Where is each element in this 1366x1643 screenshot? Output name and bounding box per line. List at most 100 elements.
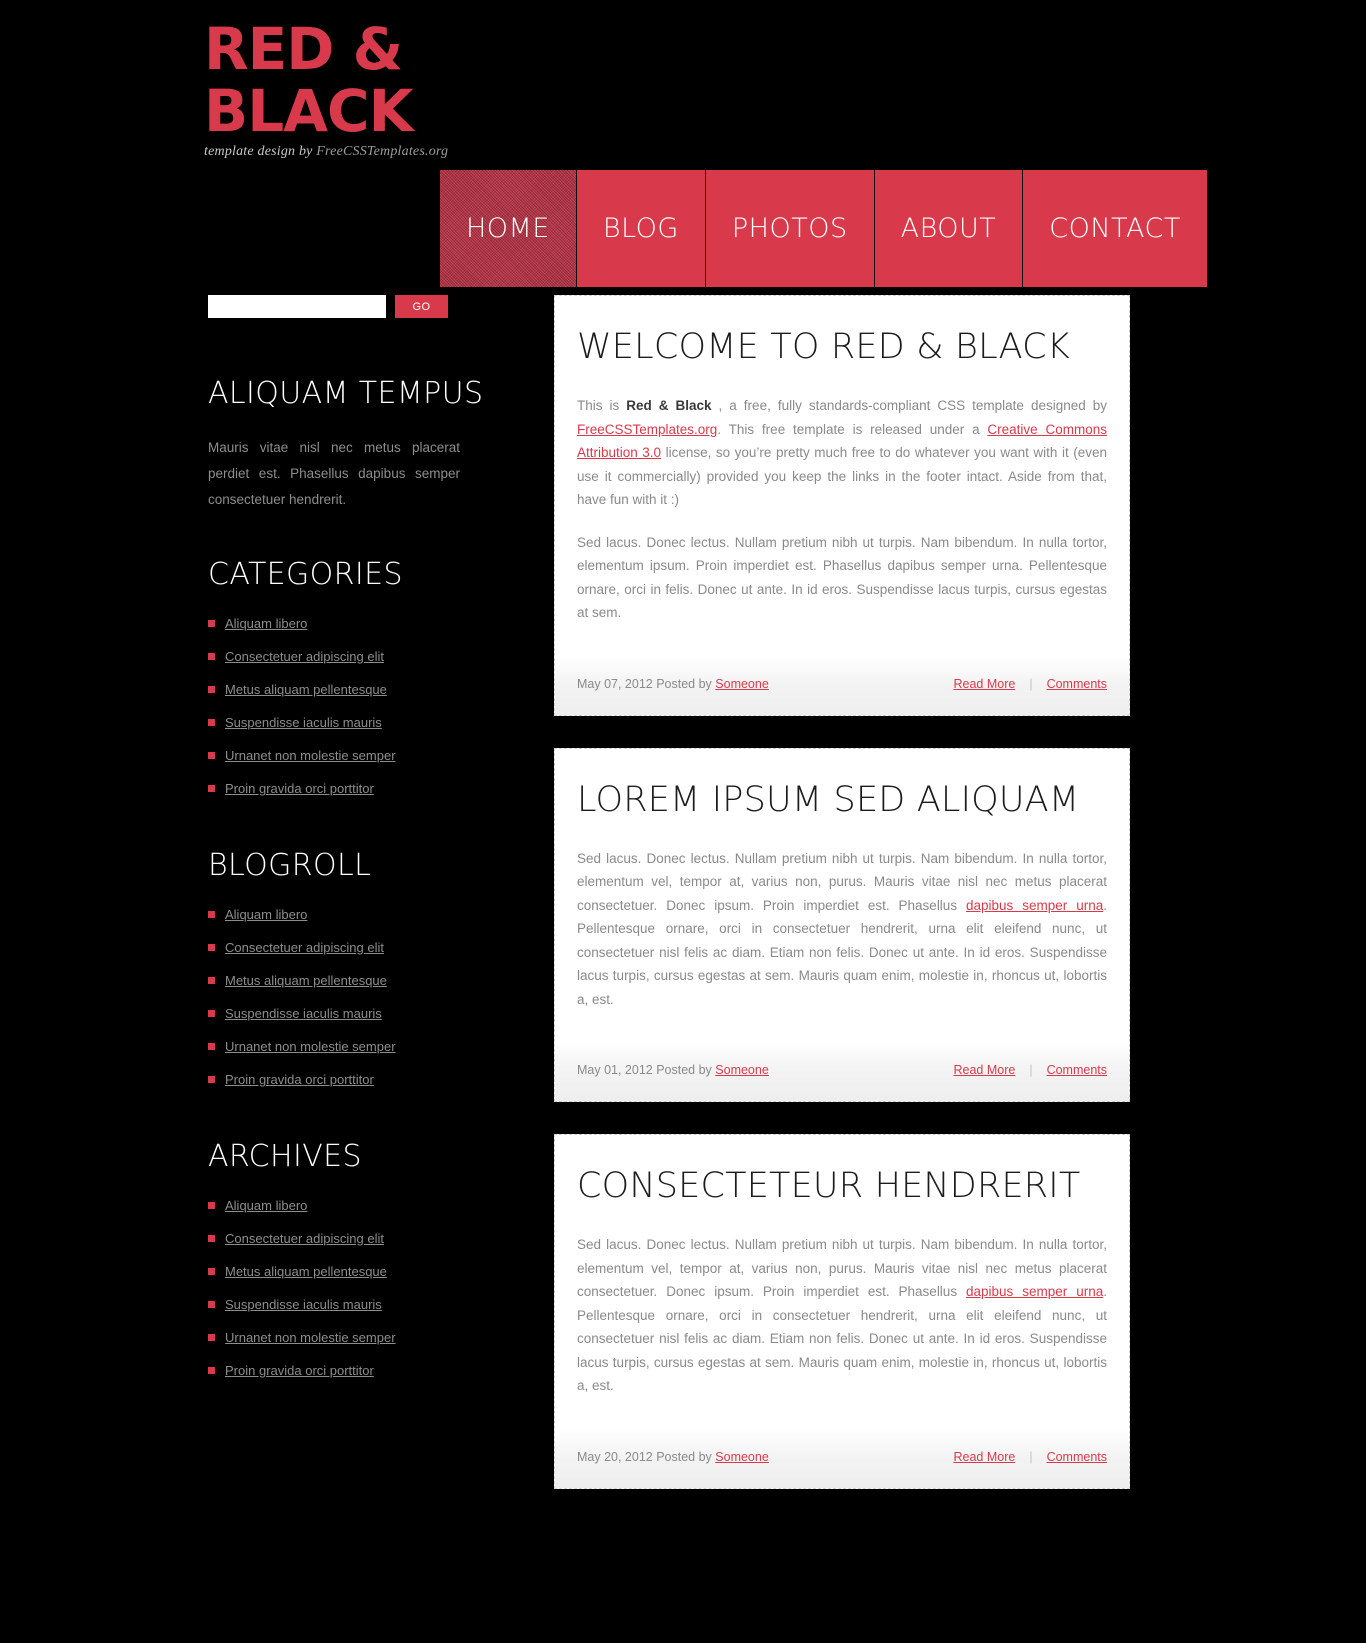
list-item[interactable]: Consectetuer adipiscing elit xyxy=(208,940,478,955)
post-date: May 07, 2012 Posted by xyxy=(577,676,716,691)
post-body: This is Red & Black , a free, fully stan… xyxy=(577,394,1107,625)
categories-list: Aliquam libero Consectetuer adipiscing e… xyxy=(208,616,478,796)
freecsstemplates-link[interactable]: FreeCSSTemplates.org xyxy=(577,422,717,437)
site-header: RED & BLACK template design by FreeCSSTe… xyxy=(0,0,1366,295)
list-item[interactable]: Consectetuer adipiscing elit xyxy=(208,1231,478,1246)
blogroll-link[interactable]: Consectetuer adipiscing elit xyxy=(225,940,384,955)
nav-item-contact[interactable]: CONTACT xyxy=(1023,170,1207,287)
search-go-button[interactable]: GO xyxy=(395,295,448,318)
comments-link[interactable]: Comments xyxy=(1047,1063,1107,1077)
list-item[interactable]: Proin gravida orci porttitor xyxy=(208,1072,478,1087)
list-item[interactable]: Urnanet non molestie semper xyxy=(208,748,478,763)
author-link[interactable]: Someone xyxy=(715,677,769,691)
archive-link[interactable]: Consectetuer adipiscing elit xyxy=(225,1231,384,1246)
nav-item-about[interactable]: ABOUT xyxy=(874,170,1024,287)
list-item[interactable]: Aliquam libero xyxy=(208,907,478,922)
search-input[interactable] xyxy=(208,295,386,318)
blogroll-link[interactable]: Urnanet non molestie semper xyxy=(225,1039,396,1054)
inline-link[interactable]: dapibus semper urna xyxy=(966,898,1103,913)
read-more-link[interactable]: Read More xyxy=(953,1450,1015,1464)
list-item[interactable]: Metus aliquam pellentesque xyxy=(208,1264,478,1279)
archive-link[interactable]: Proin gravida orci porttitor xyxy=(225,1363,374,1378)
author-link[interactable]: Someone xyxy=(715,1063,769,1077)
square-bullet-icon xyxy=(208,1367,215,1374)
post-meta: May 20, 2012 Posted by Someone Read More… xyxy=(555,1427,1129,1488)
archive-link[interactable]: Aliquam libero xyxy=(225,1198,307,1213)
list-item[interactable]: Consectetuer adipiscing elit xyxy=(208,649,478,664)
nav-item-blog[interactable]: BLOG xyxy=(576,170,706,287)
archive-link[interactable]: Urnanet non molestie semper xyxy=(225,1330,396,1345)
blogroll-link[interactable]: Metus aliquam pellentesque xyxy=(225,973,387,988)
blogroll-link[interactable]: Aliquam libero xyxy=(225,907,307,922)
post-actions: Read More | Comments xyxy=(953,1063,1107,1077)
list-item[interactable]: Suspendisse iaculis mauris xyxy=(208,1006,478,1021)
post-byline: May 07, 2012 Posted by Someone xyxy=(577,677,769,691)
post-paragraph: This is Red & Black , a free, fully stan… xyxy=(577,394,1107,512)
tagline-site-link[interactable]: FreeCSSTemplates.org xyxy=(316,144,448,159)
comments-link[interactable]: Comments xyxy=(1047,677,1107,691)
archive-link[interactable]: Metus aliquam pellentesque xyxy=(225,1264,387,1279)
content-wrapper: GO ALIQUAM TEMPUS Mauris vitae nisl nec … xyxy=(0,295,1366,1489)
main-navigation: HOME BLOG PHOTOS ABOUT CONTACT xyxy=(440,170,1207,287)
category-link[interactable]: Aliquam libero xyxy=(225,616,307,631)
list-item[interactable]: Urnanet non molestie semper xyxy=(208,1039,478,1054)
post-meta: May 07, 2012 Posted by Someone Read More… xyxy=(555,654,1129,715)
blog-post: LOREM IPSUM SED ALIQUAM Sed lacus. Donec… xyxy=(554,747,1130,1102)
square-bullet-icon xyxy=(208,1076,215,1083)
post-title: WELCOME TO RED & BLACK xyxy=(577,327,1070,367)
blogroll-link[interactable]: Proin gravida orci porttitor xyxy=(225,1072,374,1087)
text-segment: , a free, fully standards-compliant CSS … xyxy=(711,398,1107,413)
author-link[interactable]: Someone xyxy=(715,1450,769,1464)
archives-list: Aliquam libero Consectetuer adipiscing e… xyxy=(208,1198,478,1378)
category-link[interactable]: Urnanet non molestie semper xyxy=(225,748,396,763)
search-form: GO xyxy=(208,295,508,318)
nav-item-home[interactable]: HOME xyxy=(440,170,577,287)
read-more-link[interactable]: Read More xyxy=(953,1063,1015,1077)
category-link[interactable]: Metus aliquam pellentesque xyxy=(225,682,387,697)
list-item[interactable]: Suspendisse iaculis mauris xyxy=(208,1297,478,1312)
logo-line-2: BLACK xyxy=(204,77,414,145)
sidebar-about-text: Mauris vitae nisl nec metus placerat per… xyxy=(208,440,460,507)
category-link[interactable]: Proin gravida orci porttitor xyxy=(225,781,374,796)
post-actions: Read More | Comments xyxy=(953,1450,1107,1464)
meta-separator: | xyxy=(1029,676,1033,691)
nav-item-photos[interactable]: PHOTOS xyxy=(705,170,875,287)
post-byline: May 01, 2012 Posted by Someone xyxy=(577,1063,769,1077)
sidebar-heading-about: ALIQUAM TEMPUS xyxy=(208,376,484,411)
inline-link[interactable]: dapibus semper urna xyxy=(966,1284,1103,1299)
list-item[interactable]: Suspendisse iaculis mauris xyxy=(208,715,478,730)
site-logo[interactable]: RED & BLACK template design by FreeCSSTe… xyxy=(204,18,824,160)
category-link[interactable]: Consectetuer adipiscing elit xyxy=(225,649,384,664)
sidebar-heading-blogroll: BLOGROLL xyxy=(208,848,372,883)
blogroll-list: Aliquam libero Consectetuer adipiscing e… xyxy=(208,907,478,1087)
post-title: CONSECTETEUR HENDRERIT xyxy=(577,1166,1081,1206)
square-bullet-icon xyxy=(208,1268,215,1275)
logo-line-1: RED & xyxy=(204,15,403,83)
archive-link[interactable]: Suspendisse iaculis mauris xyxy=(225,1297,382,1312)
square-bullet-icon xyxy=(208,1043,215,1050)
blog-post: WELCOME TO RED & BLACK This is Red & Bla… xyxy=(554,295,1130,716)
category-link[interactable]: Suspendisse iaculis mauris xyxy=(225,715,382,730)
text-segment: . Pellentesque ornare, orci in consectet… xyxy=(577,1284,1107,1393)
square-bullet-icon xyxy=(208,653,215,660)
list-item[interactable]: Urnanet non molestie semper xyxy=(208,1330,478,1345)
post-paragraph: Sed lacus. Donec lectus. Nullam pretium … xyxy=(577,1233,1107,1398)
read-more-link[interactable]: Read More xyxy=(953,677,1015,691)
square-bullet-icon xyxy=(208,1334,215,1341)
list-item[interactable]: Proin gravida orci porttitor xyxy=(208,781,478,796)
page-root: RED & BLACK template design by FreeCSSTe… xyxy=(0,0,1366,1643)
square-bullet-icon xyxy=(208,911,215,918)
square-bullet-icon xyxy=(208,620,215,627)
list-item[interactable]: Metus aliquam pellentesque xyxy=(208,973,478,988)
blogroll-link[interactable]: Suspendisse iaculis mauris xyxy=(225,1006,382,1021)
emphasis-text: Red & Black xyxy=(626,398,712,413)
meta-separator: | xyxy=(1029,1063,1033,1077)
logo-tagline: template design by FreeCSSTemplates.org xyxy=(204,144,824,160)
list-item[interactable]: Aliquam libero xyxy=(208,1198,478,1213)
square-bullet-icon xyxy=(208,977,215,984)
list-item[interactable]: Proin gravida orci porttitor xyxy=(208,1363,478,1378)
list-item[interactable]: Metus aliquam pellentesque xyxy=(208,682,478,697)
comments-link[interactable]: Comments xyxy=(1047,1450,1107,1464)
square-bullet-icon xyxy=(208,1235,215,1242)
list-item[interactable]: Aliquam libero xyxy=(208,616,478,631)
